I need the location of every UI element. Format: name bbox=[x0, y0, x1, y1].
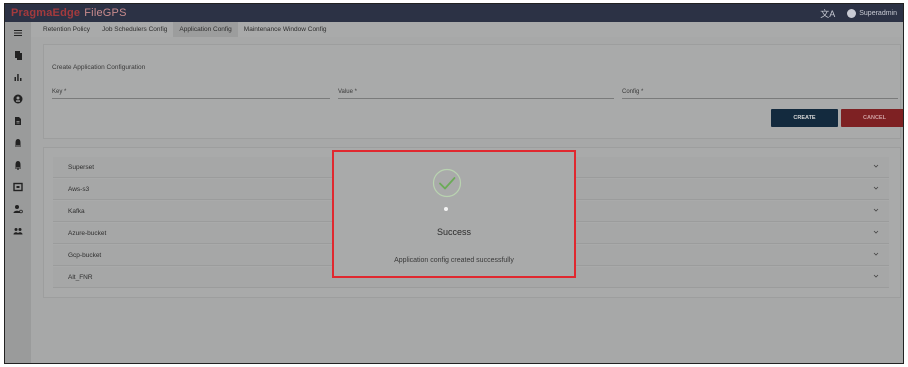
user-circle-icon[interactable] bbox=[12, 93, 24, 105]
sidebar bbox=[5, 22, 31, 363]
group-icon[interactable] bbox=[12, 225, 24, 237]
success-dialog[interactable]: Success Application config created succe… bbox=[332, 150, 576, 278]
loading-dot bbox=[444, 207, 448, 211]
dialog-message: Application config created successfully bbox=[394, 257, 514, 264]
config-field[interactable]: Config * bbox=[622, 89, 898, 99]
brand-secondary: FileGPS bbox=[84, 7, 127, 19]
app-window: PragmaEdge FileGPS 文A Superadmin Retenti… bbox=[4, 3, 904, 364]
create-button[interactable]: CREATE bbox=[771, 109, 838, 127]
brand-logo: PragmaEdge FileGPS bbox=[11, 7, 127, 19]
notification-bell-icon[interactable] bbox=[12, 137, 24, 149]
dialog-title: Success bbox=[436, 227, 471, 237]
success-check-icon bbox=[432, 168, 462, 198]
chevron-down-icon bbox=[873, 208, 879, 212]
list-item-label: Alt_FNR bbox=[68, 273, 93, 281]
chevron-down-icon bbox=[873, 186, 879, 190]
chevron-down-icon bbox=[873, 164, 879, 168]
document-icon[interactable] bbox=[12, 115, 24, 127]
account-icon bbox=[847, 8, 857, 18]
tab-maintenance-window-config[interactable]: Maintenance Window Config bbox=[238, 22, 333, 37]
cancel-button[interactable]: CANCEL bbox=[841, 109, 903, 127]
card-title: Create Application Configuration bbox=[52, 64, 146, 71]
list-item-label: Superset bbox=[68, 163, 95, 171]
list-item-label: Gcp-bucket bbox=[68, 251, 102, 259]
user-menu[interactable]: Superadmin bbox=[847, 8, 897, 18]
user-settings-icon[interactable] bbox=[12, 203, 24, 215]
top-bar: PragmaEdge FileGPS 文A Superadmin bbox=[5, 4, 903, 22]
menu-icon[interactable] bbox=[12, 27, 24, 39]
value-label: Value * bbox=[338, 89, 357, 95]
list-item-label: Aws-s3 bbox=[68, 185, 90, 193]
translate-icon[interactable]: 文A bbox=[820, 7, 835, 20]
files-icon[interactable] bbox=[12, 49, 24, 61]
tab-job-schedulers-config[interactable]: Job Schedulers Config bbox=[96, 22, 173, 37]
analytics-icon[interactable] bbox=[12, 71, 24, 83]
config-label: Config * bbox=[622, 89, 644, 95]
tab-retention-policy[interactable]: Retention Policy bbox=[37, 22, 96, 37]
chevron-down-icon bbox=[873, 252, 879, 256]
config-tabs: Retention Policy Job Schedulers Config A… bbox=[31, 22, 903, 37]
user-name: Superadmin bbox=[859, 9, 897, 17]
list-item-label: Azure-bucket bbox=[68, 229, 107, 237]
chevron-down-icon bbox=[873, 274, 879, 278]
alert-bell-icon[interactable] bbox=[12, 159, 24, 171]
chevron-down-icon bbox=[873, 230, 879, 234]
monitor-icon[interactable] bbox=[12, 181, 24, 193]
tab-application-config[interactable]: Application Config bbox=[173, 22, 238, 37]
key-label: Key * bbox=[52, 89, 67, 95]
value-field[interactable]: Value * bbox=[338, 89, 614, 99]
create-config-card: Create Application Configuration Key * V… bbox=[43, 44, 903, 139]
brand-primary: PragmaEdge bbox=[11, 7, 81, 19]
list-item-label: Kafka bbox=[68, 207, 85, 215]
key-field[interactable]: Key * bbox=[52, 89, 330, 99]
